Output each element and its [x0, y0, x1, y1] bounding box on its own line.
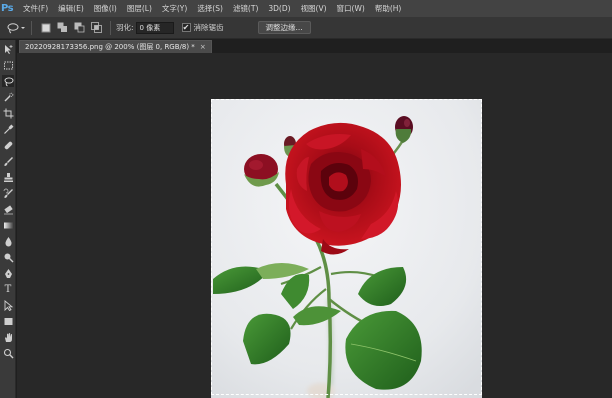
eraser-icon[interactable] — [2, 203, 14, 215]
feather-label: 羽化: — [116, 23, 134, 32]
pen-icon[interactable] — [2, 267, 14, 279]
feather-input[interactable]: 0 像素 — [135, 21, 174, 34]
intersect-selection-icon[interactable] — [91, 22, 102, 33]
shape-icon[interactable] — [2, 315, 14, 327]
subtract-from-selection-icon[interactable] — [74, 22, 85, 33]
eyedropper-icon[interactable] — [2, 123, 14, 135]
menu-file[interactable]: 文件(F) — [18, 0, 53, 17]
menu-image[interactable]: 图像(I) — [89, 0, 122, 17]
menu-items: 文件(F) 编辑(E) 图像(I) 图层(L) 文字(Y) 选择(S) 滤镜(T… — [18, 0, 406, 17]
history-brush-icon[interactable] — [2, 187, 14, 199]
tool-strip: T — [0, 40, 16, 398]
close-icon[interactable]: × — [200, 43, 206, 51]
move-icon[interactable] — [2, 43, 14, 55]
menu-edit[interactable]: 编辑(E) — [53, 0, 89, 17]
photoshop-logo: Ps — [1, 3, 14, 14]
divider — [31, 20, 32, 35]
lasso-icon[interactable] — [2, 75, 14, 87]
menu-bar: Ps 文件(F) 编辑(E) 图像(I) 图层(L) 文字(Y) 选择(S) 滤… — [0, 0, 612, 17]
menu-select[interactable]: 选择(S) — [192, 0, 228, 17]
refine-edge-group: 调整边缘... — [257, 17, 311, 39]
lasso-preset-icon — [7, 22, 25, 33]
image-canvas[interactable] — [211, 99, 482, 398]
menu-help[interactable]: 帮助(H) — [370, 0, 407, 17]
rect-marquee-icon[interactable] — [2, 59, 14, 71]
new-selection-icon[interactable] — [40, 22, 51, 33]
antialias-label: 消除锯齿 — [193, 23, 224, 32]
blur-icon[interactable] — [2, 235, 14, 247]
hand-icon[interactable] — [2, 331, 14, 343]
dodge-icon[interactable] — [2, 251, 14, 263]
menu-layer[interactable]: 图层(L) — [122, 0, 157, 17]
feather-group: 羽化: 0 像素 — [116, 17, 174, 39]
antialias-group: ✔ 消除锯齿 — [181, 17, 226, 39]
menu-window[interactable]: 窗口(W) — [332, 0, 370, 17]
gradient-icon[interactable] — [2, 219, 14, 231]
divider — [110, 20, 111, 35]
path-select-icon[interactable] — [2, 299, 14, 311]
tool-preset-picker[interactable] — [6, 17, 26, 39]
healing-brush-icon[interactable] — [2, 139, 14, 151]
document-tab-label: 20220928173356.png @ 200% (图层 0, RGB/8) … — [25, 43, 195, 51]
crop-icon[interactable] — [2, 107, 14, 119]
document-tab[interactable]: 20220928173356.png @ 200% (图层 0, RGB/8) … — [19, 40, 212, 53]
menu-filter[interactable]: 滤镜(T) — [228, 0, 263, 17]
menu-view[interactable]: 视图(V) — [296, 0, 332, 17]
rose-photo — [211, 99, 482, 398]
menu-type[interactable]: 文字(Y) — [157, 0, 192, 17]
refine-edge-button[interactable]: 调整边缘... — [257, 21, 311, 34]
menu-3d[interactable]: 3D(D) — [263, 0, 295, 17]
selection-mode-group — [37, 17, 105, 39]
options-bar: 羽化: 0 像素 ✔ 消除锯齿 调整边缘... — [0, 17, 612, 39]
zoom-icon[interactable] — [2, 347, 14, 359]
type-icon[interactable]: T — [2, 283, 14, 295]
brush-icon[interactable] — [2, 155, 14, 167]
clone-stamp-icon[interactable] — [2, 171, 14, 183]
antialias-checkbox[interactable]: ✔ — [181, 23, 191, 32]
quick-select-icon[interactable] — [2, 91, 14, 103]
add-to-selection-icon[interactable] — [57, 22, 68, 33]
